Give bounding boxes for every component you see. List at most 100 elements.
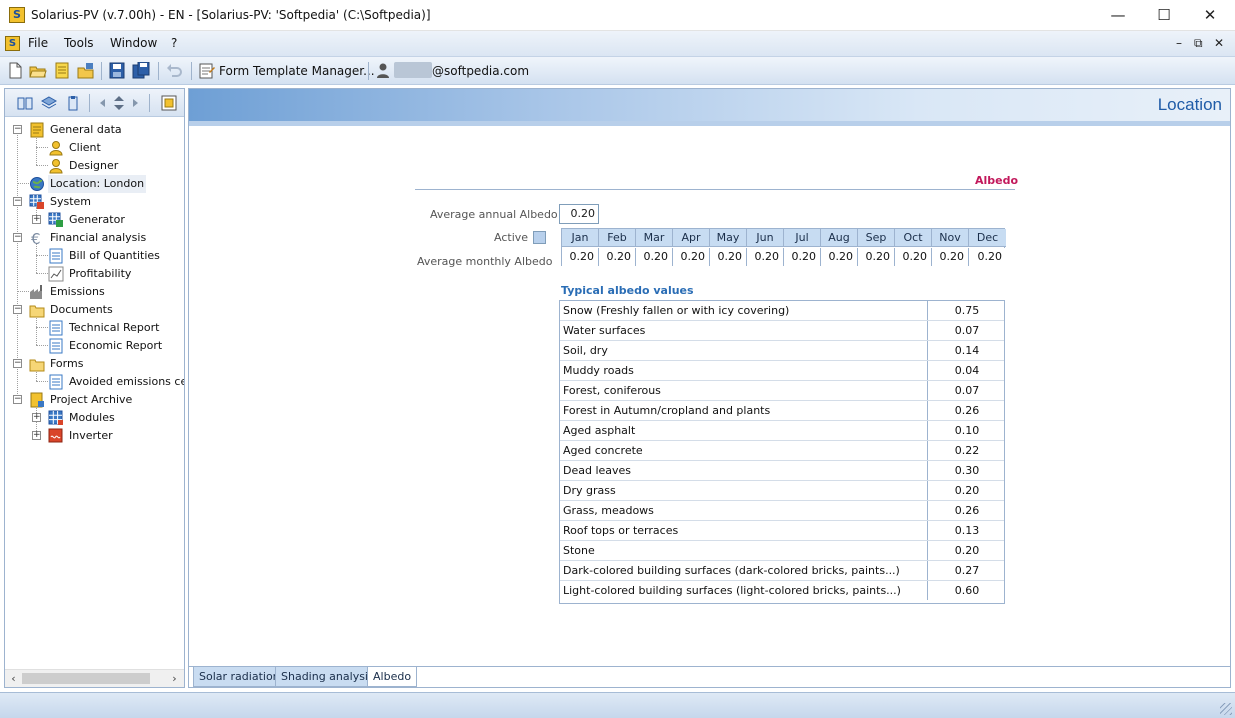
save-icon[interactable] bbox=[108, 62, 126, 79]
table-row[interactable]: Dead leaves 0.30 bbox=[560, 461, 1004, 481]
app-logo-icon[interactable]: S bbox=[9, 7, 25, 23]
toolbar-separator bbox=[158, 62, 159, 80]
tree-expander[interactable]: + bbox=[32, 431, 41, 440]
average-annual-albedo-field[interactable]: 0.20 bbox=[559, 204, 599, 224]
tree-expander[interactable]: + bbox=[32, 413, 41, 422]
close-button[interactable]: ✕ bbox=[1187, 0, 1233, 31]
table-row[interactable]: Aged asphalt 0.10 bbox=[560, 421, 1004, 441]
tree-expander[interactable]: − bbox=[13, 359, 22, 368]
table-row[interactable]: Light-colored building surfaces (light-c… bbox=[560, 581, 1004, 601]
albedo-value: 0.13 bbox=[954, 524, 980, 537]
nav-updown-icon[interactable] bbox=[111, 95, 127, 111]
table-row[interactable]: Dry grass 0.20 bbox=[560, 481, 1004, 501]
scroll-right-icon[interactable]: › bbox=[167, 671, 182, 687]
tree-expander[interactable]: + bbox=[32, 215, 41, 224]
menu-file[interactable]: File bbox=[28, 36, 48, 50]
monthly-albedo-cell[interactable]: 0.20 bbox=[710, 248, 747, 266]
save-all-icon[interactable] bbox=[132, 62, 150, 79]
mdi-minimize-button[interactable]: – bbox=[1176, 36, 1182, 50]
mdi-restore-button[interactable]: ⧉ bbox=[1194, 36, 1203, 51]
open-folder-icon[interactable] bbox=[77, 62, 95, 79]
monthly-albedo-cell[interactable]: 0.20 bbox=[858, 248, 895, 266]
monthly-albedo-cell[interactable]: 0.20 bbox=[784, 248, 821, 266]
maximize-button[interactable]: ☐ bbox=[1141, 0, 1187, 31]
table-row[interactable]: Muddy roads 0.04 bbox=[560, 361, 1004, 381]
monthly-albedo-cell[interactable]: 0.20 bbox=[821, 248, 858, 266]
tab-shading-analysis[interactable]: Shading analysis bbox=[275, 667, 380, 687]
table-row[interactable]: Roof tops or terraces 0.13 bbox=[560, 521, 1004, 541]
folder-icon bbox=[29, 359, 45, 372]
euro-icon: € bbox=[31, 230, 41, 246]
menu-tools[interactable]: Tools bbox=[64, 36, 94, 50]
layers-icon[interactable] bbox=[41, 95, 57, 111]
resize-grip-icon[interactable] bbox=[1220, 703, 1232, 715]
typical-albedo-table: Snow (Freshly fallen or with icy coverin… bbox=[559, 300, 1005, 604]
tree-expander[interactable]: − bbox=[13, 305, 22, 314]
clipboard-icon[interactable] bbox=[65, 95, 81, 111]
tree-expander[interactable]: − bbox=[13, 125, 22, 134]
albedo-value: 0.27 bbox=[954, 564, 980, 577]
tree-expander[interactable]: − bbox=[13, 197, 22, 206]
monthly-albedo-cell[interactable]: 0.20 bbox=[747, 248, 784, 266]
monthly-albedo-cell[interactable]: 0.20 bbox=[932, 248, 969, 266]
surface-name: Light-colored building surfaces (light-c… bbox=[563, 581, 928, 600]
tab-solar-radiation[interactable]: Solar radiation bbox=[193, 667, 286, 687]
table-row[interactable]: Grass, meadows 0.26 bbox=[560, 501, 1004, 521]
table-row[interactable]: Forest, coniferous 0.07 bbox=[560, 381, 1004, 401]
average-monthly-albedo-label: Average monthly Albedo bbox=[417, 255, 553, 268]
table-row[interactable]: Water surfaces 0.07 bbox=[560, 321, 1004, 341]
month-header: Aug bbox=[821, 229, 858, 247]
monthly-albedo-cell[interactable]: 0.20 bbox=[895, 248, 932, 266]
form-template-manager-button[interactable]: Form Template Manager... bbox=[219, 64, 375, 78]
toolbar-separator bbox=[191, 62, 192, 80]
document-system-icon[interactable]: S bbox=[5, 36, 20, 51]
table-row[interactable]: Aged concrete 0.22 bbox=[560, 441, 1004, 461]
active-label: Active bbox=[494, 231, 529, 244]
month-header: Sep bbox=[858, 229, 895, 247]
panel-icon[interactable] bbox=[161, 95, 177, 111]
scrollbar-thumb[interactable] bbox=[22, 673, 150, 684]
new-icon[interactable] bbox=[6, 62, 24, 79]
monthly-albedo-cell[interactable]: 0.20 bbox=[673, 248, 710, 266]
tree-expander[interactable]: − bbox=[13, 233, 22, 242]
typical-albedo-title: Typical albedo values bbox=[561, 284, 694, 297]
open-icon[interactable] bbox=[29, 62, 47, 79]
surface-name: Grass, meadows bbox=[563, 501, 928, 520]
mdi-close-button[interactable]: ✕ bbox=[1214, 36, 1224, 50]
inverter-icon bbox=[48, 428, 63, 443]
menu-help[interactable]: ? bbox=[171, 36, 177, 50]
scroll-left-icon[interactable]: ‹ bbox=[6, 671, 21, 687]
tree-item-label: General data bbox=[50, 123, 122, 136]
nav-right-icon[interactable] bbox=[127, 95, 143, 111]
surface-name: Forest, coniferous bbox=[563, 381, 928, 400]
monthly-albedo-cell[interactable]: 0.20 bbox=[562, 248, 599, 266]
document-icon bbox=[49, 248, 63, 264]
tree-item-label: Documents bbox=[50, 303, 113, 316]
minimize-button[interactable]: — bbox=[1095, 0, 1141, 31]
tree-item-label: Location: London bbox=[48, 175, 147, 193]
undo-icon[interactable] bbox=[165, 62, 183, 79]
table-row[interactable]: Forest in Autumn/cropland and plants 0.26 bbox=[560, 401, 1004, 421]
form-template-icon[interactable] bbox=[198, 62, 216, 79]
table-row[interactable]: Soil, dry 0.14 bbox=[560, 341, 1004, 361]
monthly-albedo-cell[interactable]: 0.20 bbox=[636, 248, 673, 266]
table-row[interactable]: Stone 0.20 bbox=[560, 541, 1004, 561]
active-checkbox[interactable] bbox=[533, 231, 546, 244]
tree-item-label: Financial analysis bbox=[50, 231, 147, 244]
tree-item-label: Bill of Quantities bbox=[69, 249, 160, 262]
tree-item-label: Project Archive bbox=[50, 393, 133, 406]
table-row[interactable]: Snow (Freshly fallen or with icy coverin… bbox=[560, 301, 1004, 321]
book-icon[interactable] bbox=[17, 95, 33, 111]
notes-icon[interactable] bbox=[53, 62, 71, 79]
nav-left-icon[interactable] bbox=[95, 95, 111, 111]
module-icon bbox=[48, 410, 63, 425]
albedo-section-title: Albedo bbox=[975, 174, 1019, 187]
monthly-albedo-cell[interactable]: 0.20 bbox=[969, 248, 1006, 266]
tab-albedo[interactable]: Albedo bbox=[367, 667, 418, 687]
menu-window[interactable]: Window bbox=[110, 36, 157, 50]
table-row[interactable]: Dark-colored building surfaces (dark-col… bbox=[560, 561, 1004, 581]
surface-name: Soil, dry bbox=[563, 341, 928, 360]
tree-expander[interactable]: − bbox=[13, 395, 22, 404]
tree-horizontal-scrollbar[interactable]: ‹ › bbox=[5, 669, 184, 687]
monthly-albedo-cell[interactable]: 0.20 bbox=[599, 248, 636, 266]
